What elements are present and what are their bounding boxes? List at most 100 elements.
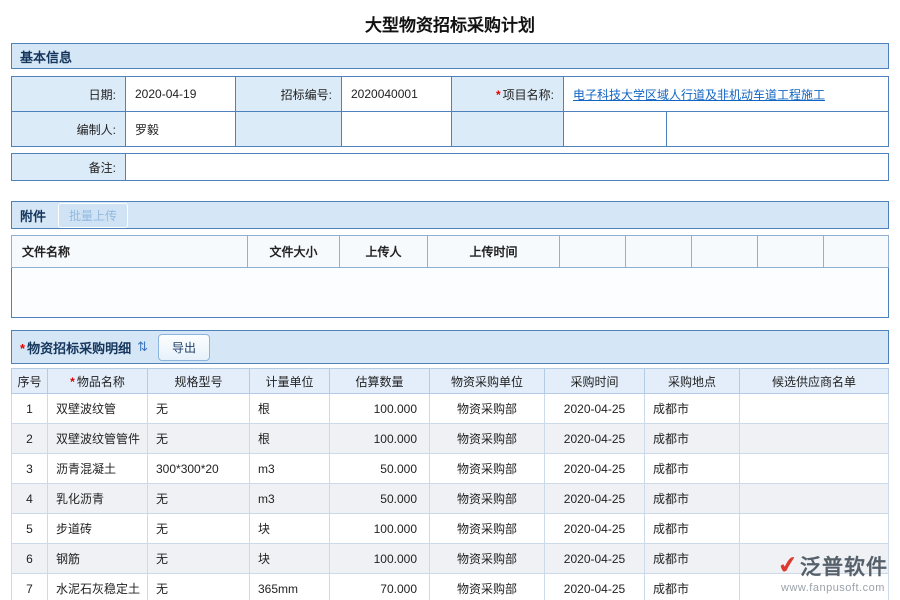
table-row: 7水泥石灰稳定土无365mm70.000物资采购部2020-04-25成都市 bbox=[12, 574, 889, 600]
table-row: 6钢筋无块100.000物资采购部2020-04-25成都市 bbox=[12, 544, 889, 574]
logo-website: www.fanpusoft.com bbox=[778, 582, 888, 594]
project-name-cell: 电子科技大学区域人行道及非机动车道工程施工 bbox=[564, 77, 889, 112]
basic-info-title: 基本信息 bbox=[20, 47, 72, 66]
page-title: 大型物资招标采购计划 bbox=[0, 0, 900, 34]
cell: 物资采购部 bbox=[430, 544, 545, 574]
empty-label-cell bbox=[452, 112, 564, 147]
cell: 双壁波纹管 bbox=[48, 394, 148, 424]
cell: 块 bbox=[250, 544, 330, 574]
cell: 步道砖 bbox=[48, 514, 148, 544]
col-header-upload-time: 上传时间 bbox=[428, 236, 560, 268]
bid-number-value: 2020040001 bbox=[342, 77, 452, 112]
remark-value bbox=[126, 154, 889, 181]
cell: 7 bbox=[12, 574, 48, 600]
cell: 物资采购部 bbox=[430, 514, 545, 544]
cell bbox=[740, 484, 889, 514]
cell: 70.000 bbox=[330, 574, 430, 600]
col-header-candidate-suppliers: 候选供应商名单 bbox=[740, 369, 889, 394]
project-name-label: *项目名称: bbox=[452, 77, 564, 112]
cell: 50.000 bbox=[330, 454, 430, 484]
empty-value-cell bbox=[564, 112, 667, 147]
col-header-empty bbox=[824, 236, 889, 268]
cell: 6 bbox=[12, 544, 48, 574]
cell: m3 bbox=[250, 454, 330, 484]
basic-info-section-header: 基本信息 bbox=[11, 43, 889, 69]
table-row: 5步道砖无块100.000物资采购部2020-04-25成都市 bbox=[12, 514, 889, 544]
attachments-empty-area bbox=[12, 268, 889, 318]
cell bbox=[740, 454, 889, 484]
cell: 成都市 bbox=[645, 394, 740, 424]
table-row: 2双壁波纹管管件无根100.000物资采购部2020-04-25成都市 bbox=[12, 424, 889, 454]
table-row: 1双壁波纹管无根100.000物资采购部2020-04-25成都市 bbox=[12, 394, 889, 424]
cell: 双壁波纹管管件 bbox=[48, 424, 148, 454]
cell: 沥青混凝土 bbox=[48, 454, 148, 484]
cell: 无 bbox=[148, 424, 250, 454]
col-header-empty bbox=[626, 236, 692, 268]
table-row: 3沥青混凝土300*300*20m350.000物资采购部2020-04-25成… bbox=[12, 454, 889, 484]
cell: 2020-04-25 bbox=[545, 514, 645, 544]
cell: 1 bbox=[12, 394, 48, 424]
creator-value: 罗毅 bbox=[126, 112, 236, 147]
cell: 成都市 bbox=[645, 424, 740, 454]
cell: 2020-04-25 bbox=[545, 574, 645, 600]
cell: 无 bbox=[148, 574, 250, 600]
cell: 物资采购部 bbox=[430, 574, 545, 600]
cell: 水泥石灰稳定土 bbox=[48, 574, 148, 600]
col-header-index: 序号 bbox=[12, 369, 48, 394]
cell: 物资采购部 bbox=[430, 484, 545, 514]
col-header-file-name: 文件名称 bbox=[12, 236, 248, 268]
logo-text: 泛普软件 bbox=[800, 551, 888, 581]
cell: 100.000 bbox=[330, 514, 430, 544]
cell: 365mm bbox=[250, 574, 330, 600]
col-header-empty bbox=[758, 236, 824, 268]
export-button[interactable]: 导出 bbox=[158, 334, 210, 361]
col-header-unit: 计量单位 bbox=[250, 369, 330, 394]
cell bbox=[740, 394, 889, 424]
project-name-link[interactable]: 电子科技大学区域人行道及非机动车道工程施工 bbox=[573, 88, 825, 102]
cell: 2020-04-25 bbox=[545, 484, 645, 514]
form-row: 备注: bbox=[12, 154, 889, 181]
col-header-file-size: 文件大小 bbox=[248, 236, 340, 268]
cell: 50.000 bbox=[330, 484, 430, 514]
content: 基本信息 日期: 2020-04-19 招标编号: 2020040001 *项目… bbox=[11, 43, 889, 600]
attachments-title: 附件 bbox=[20, 206, 46, 225]
empty-value-cell bbox=[667, 112, 889, 147]
attachments-empty-row bbox=[12, 268, 889, 318]
form-row: 编制人: 罗毅 bbox=[12, 112, 889, 147]
cell: 100.000 bbox=[330, 394, 430, 424]
col-header-empty bbox=[692, 236, 758, 268]
form-row: 日期: 2020-04-19 招标编号: 2020040001 *项目名称: 电… bbox=[12, 77, 889, 112]
cell: 2020-04-25 bbox=[545, 394, 645, 424]
cell: 2020-04-25 bbox=[545, 424, 645, 454]
basic-info-form: 日期: 2020-04-19 招标编号: 2020040001 *项目名称: 电… bbox=[11, 76, 889, 147]
cell: 物资采购部 bbox=[430, 454, 545, 484]
empty-label-cell bbox=[236, 112, 342, 147]
attachments-section-header: 附件 批量上传 bbox=[11, 201, 889, 229]
cell: 3 bbox=[12, 454, 48, 484]
bid-number-label: 招标编号: bbox=[236, 77, 342, 112]
cell: 成都市 bbox=[645, 514, 740, 544]
required-marker: * bbox=[70, 375, 75, 389]
cell: 100.000 bbox=[330, 544, 430, 574]
cell: 成都市 bbox=[645, 484, 740, 514]
col-header-spec: 规格型号 bbox=[148, 369, 250, 394]
cell bbox=[740, 514, 889, 544]
col-header-empty bbox=[560, 236, 626, 268]
cell: 无 bbox=[148, 514, 250, 544]
page: 大型物资招标采购计划 基本信息 日期: 2020-04-19 招标编号: 202… bbox=[0, 0, 900, 600]
cell bbox=[740, 424, 889, 454]
required-marker: * bbox=[496, 88, 501, 102]
cell: 乳化沥青 bbox=[48, 484, 148, 514]
sort-icon[interactable]: ⇅ bbox=[137, 339, 148, 355]
cell: 2020-04-25 bbox=[545, 454, 645, 484]
creator-label: 编制人: bbox=[12, 112, 126, 147]
batch-upload-button[interactable]: 批量上传 bbox=[58, 203, 128, 228]
col-header-quantity: 估算数量 bbox=[330, 369, 430, 394]
cell: 无 bbox=[148, 394, 250, 424]
cell: 成都市 bbox=[645, 574, 740, 600]
empty-value-cell bbox=[342, 112, 452, 147]
col-header-uploader: 上传人 bbox=[340, 236, 428, 268]
cell: 成都市 bbox=[645, 544, 740, 574]
cell: m3 bbox=[250, 484, 330, 514]
date-value: 2020-04-19 bbox=[126, 77, 236, 112]
